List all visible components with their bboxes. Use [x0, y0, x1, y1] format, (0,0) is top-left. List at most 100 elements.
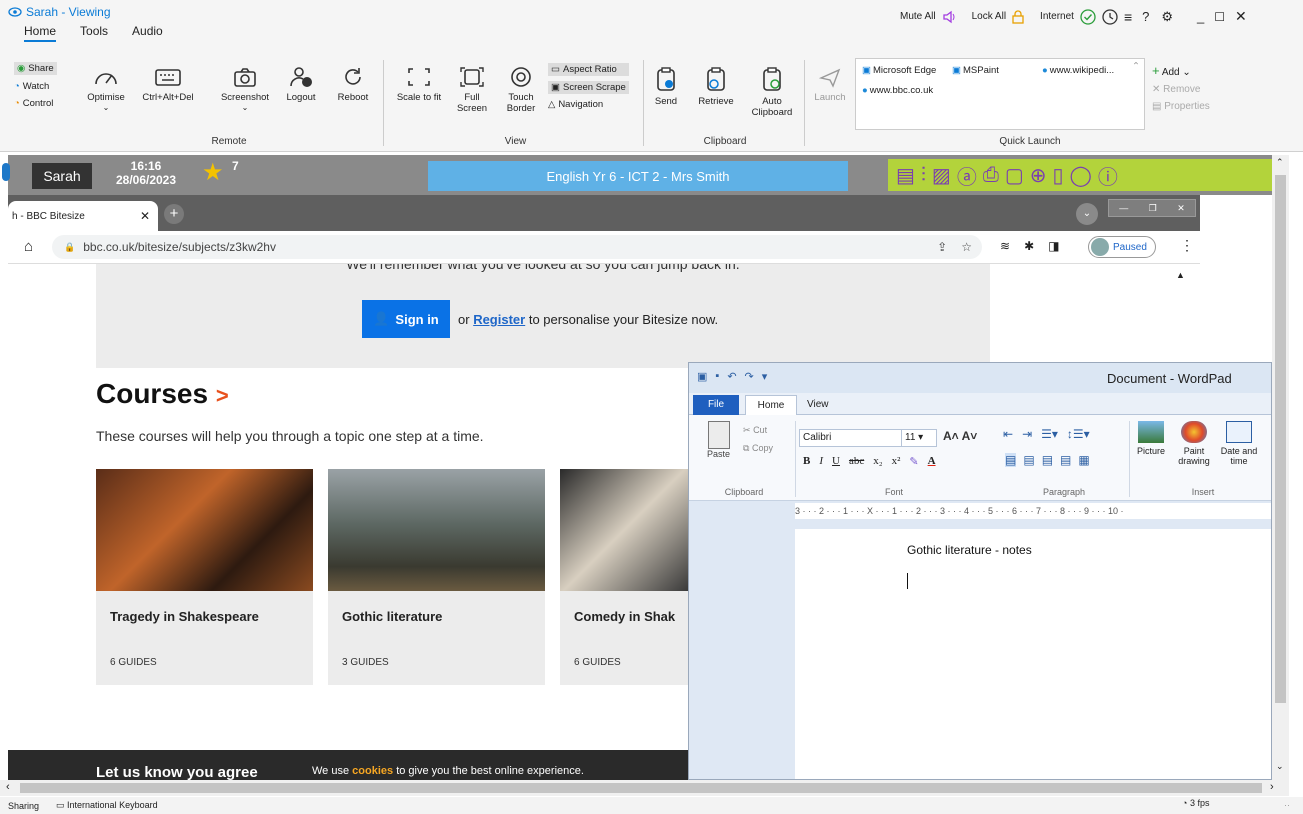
printer-icon[interactable]: ⎙: [983, 164, 999, 187]
courses-heading[interactable]: Courses >: [96, 378, 229, 410]
chart-icon[interactable]: ⫶: [921, 164, 926, 187]
tab-audio[interactable]: Audio: [132, 24, 163, 42]
send-button[interactable]: Send: [650, 66, 682, 107]
subscript-icon[interactable]: x₂: [873, 455, 882, 468]
course-card[interactable]: Comedy in Shak 6 GUIDES: [560, 469, 688, 685]
help-circle-icon[interactable]: ⓘ: [1098, 161, 1118, 190]
scroll-down-icon[interactable]: ⌄: [1276, 761, 1284, 772]
copy-button[interactable]: ⧉ Copy: [743, 439, 773, 457]
justify-icon[interactable]: ▤: [1060, 453, 1071, 467]
share-icon[interactable]: ⇪: [937, 240, 947, 254]
launch-button[interactable]: Launch: [812, 68, 848, 103]
notes-icon[interactable]: ▤: [896, 163, 915, 188]
align-right-icon[interactable]: ▤: [1042, 453, 1053, 467]
font-name-select[interactable]: Calibri: [799, 429, 905, 447]
add-button[interactable]: + Add ⌄: [1152, 63, 1210, 78]
close-icon[interactable]: ✕: [1235, 8, 1247, 25]
minimize-icon[interactable]: _: [1197, 9, 1204, 24]
line-spacing-icon[interactable]: ↕☰▾: [1067, 427, 1090, 441]
highlight-icon[interactable]: ✎: [909, 455, 918, 468]
task-icon[interactable]: ▨: [932, 163, 951, 188]
tab-home[interactable]: Home: [745, 395, 797, 415]
retrieve-button[interactable]: Retrieve: [694, 66, 738, 107]
quick-launch-item[interactable]: ● www.wikipedi...: [1042, 65, 1114, 76]
date-time-button[interactable]: Date and time: [1219, 421, 1259, 466]
internet-button[interactable]: Internet: [1040, 11, 1074, 22]
scrollbar-thumb[interactable]: [20, 783, 1262, 793]
home-icon[interactable]: ⌂: [24, 238, 33, 255]
save-icon[interactable]: ▪: [715, 370, 719, 383]
window-icon[interactable]: ▢: [1005, 163, 1024, 188]
new-tab-icon[interactable]: +: [164, 204, 184, 224]
lock-all-button[interactable]: Lock All: [972, 11, 1006, 22]
maximize-icon[interactable]: ☐: [1214, 10, 1225, 24]
underline-icon[interactable]: U: [832, 455, 840, 468]
sign-in-button[interactable]: 👤 Sign in: [362, 300, 450, 338]
mute-all-button[interactable]: Mute All: [900, 11, 936, 22]
font-size-select[interactable]: 11 ▾: [901, 429, 937, 447]
student-name[interactable]: Sarah: [32, 163, 92, 189]
help-button[interactable]: ?: [1142, 9, 1149, 24]
vertical-scrollbar[interactable]: ⌃ ⌄: [1272, 155, 1289, 780]
scale-to-fit-button[interactable]: Scale to fit: [393, 66, 445, 103]
logout-button[interactable]: Logout: [284, 66, 318, 103]
ruler[interactable]: 3 · · · 2 · · · 1 · · · X · · · 1 · · · …: [795, 503, 1271, 519]
scroll-up-icon[interactable]: ⌃: [1132, 61, 1140, 72]
page-scroll-up-icon[interactable]: ▲: [1176, 270, 1185, 280]
puzzle-icon[interactable]: ✱: [1024, 239, 1034, 253]
scroll-up-icon[interactable]: ⌃: [1276, 157, 1284, 168]
menu-icon[interactable]: ≡: [1124, 9, 1132, 25]
screen-scrape-button[interactable]: ▣ Screen Scrape: [548, 81, 629, 94]
italic-icon[interactable]: I: [819, 455, 823, 468]
scroll-left-icon[interactable]: ‹: [6, 781, 10, 793]
tab-search-icon[interactable]: ⌄: [1076, 203, 1098, 225]
register-link[interactable]: Register: [473, 312, 525, 327]
clock-icon[interactable]: [1102, 8, 1118, 25]
properties-button[interactable]: ▤ Properties: [1152, 101, 1210, 112]
bold-icon[interactable]: B: [803, 455, 810, 468]
reboot-button[interactable]: Reboot: [334, 66, 372, 103]
control-button[interactable]: ◔ Control: [14, 98, 57, 109]
increase-indent-icon[interactable]: ⇥: [1022, 427, 1032, 441]
tab-close-icon[interactable]: ✕: [140, 209, 150, 223]
bookmark-star-icon[interactable]: ☆: [961, 240, 972, 254]
paint-drawing-button[interactable]: Paint drawing: [1173, 421, 1215, 466]
layers-icon[interactable]: ≋: [1000, 239, 1010, 253]
aspect-ratio-button[interactable]: ▭ Aspect Ratio: [548, 63, 629, 76]
redo-icon[interactable]: ↷: [745, 370, 754, 383]
close-icon[interactable]: ✕: [1177, 200, 1185, 216]
horizontal-scrollbar[interactable]: ‹ ›: [0, 780, 1289, 796]
remove-button[interactable]: ✕ Remove: [1152, 84, 1210, 95]
strikethrough-icon[interactable]: abc: [849, 455, 864, 468]
tab-tools[interactable]: Tools: [80, 24, 108, 42]
browser-tab[interactable]: h - BBC Bitesize ✕: [8, 201, 158, 231]
tab-view[interactable]: View: [807, 395, 829, 415]
picture-button[interactable]: Picture: [1133, 421, 1169, 456]
url-field[interactable]: 🔒 bbc.co.uk/bitesize/subjects/z3kw2hv ⇪ …: [52, 235, 982, 259]
navigation-button[interactable]: △ Navigation: [548, 99, 629, 110]
more-menu-icon[interactable]: ⋮: [1180, 237, 1194, 254]
paste-button[interactable]: Paste: [707, 421, 730, 459]
speaker-icon[interactable]: [942, 10, 956, 24]
cut-button[interactable]: ✂ Cut: [743, 421, 773, 439]
document-area[interactable]: Gothic literature - notes: [795, 529, 1271, 779]
paragraph-settings-icon[interactable]: ▦: [1078, 453, 1089, 467]
scrollbar-thumb[interactable]: [1275, 175, 1286, 703]
font-color-icon[interactable]: A: [928, 455, 936, 468]
settings-icon[interactable]: ⚙: [1161, 9, 1173, 25]
restore-icon[interactable]: ❐: [1149, 200, 1157, 216]
decrease-indent-icon[interactable]: ⇤: [1003, 427, 1013, 441]
quick-launch-item[interactable]: ● www.bbc.co.uk: [862, 85, 933, 96]
cookies-link[interactable]: cookies: [352, 765, 393, 777]
align-center-icon[interactable]: ▤: [1023, 453, 1034, 467]
quick-launch-item[interactable]: ▣ MSPaint: [952, 65, 999, 76]
resize-grip-icon[interactable]: ··: [1284, 800, 1290, 810]
check-circle-icon[interactable]: [1080, 8, 1096, 25]
ctrl-alt-del-button[interactable]: Ctrl+Alt+Del: [140, 66, 196, 103]
grow-shrink-font[interactable]: A˄ A˅: [943, 429, 977, 443]
screenshot-button[interactable]: Screenshot ⌄: [218, 66, 272, 112]
full-screen-button[interactable]: Full Screen: [454, 66, 490, 114]
superscript-icon[interactable]: x²: [892, 455, 901, 468]
customize-icon[interactable]: ▾: [762, 370, 768, 383]
sidebar-icon[interactable]: ◨: [1048, 239, 1059, 253]
